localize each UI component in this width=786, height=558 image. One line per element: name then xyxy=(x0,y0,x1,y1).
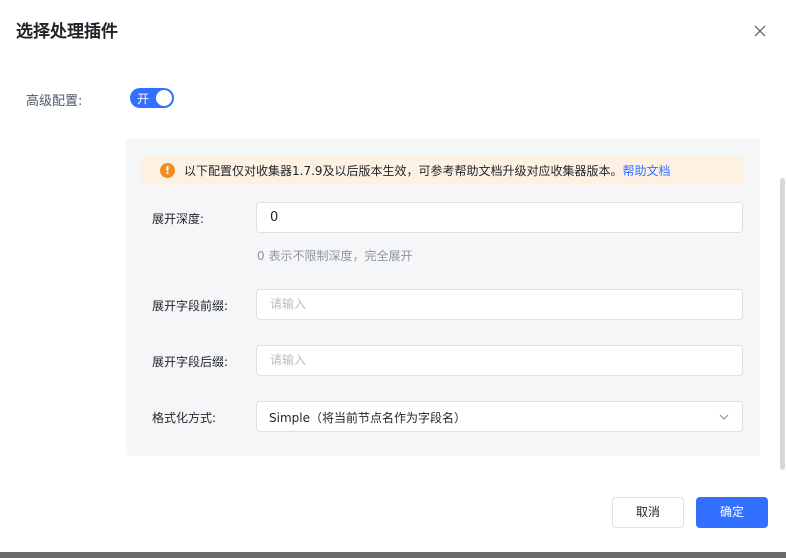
backdrop-edge xyxy=(0,552,786,558)
depth-input[interactable] xyxy=(256,202,743,233)
format-selected-value: Simple（将当前节点名作为字段名） xyxy=(269,411,466,425)
dialog-title: 选择处理插件 xyxy=(16,22,118,42)
chevron-down-icon xyxy=(719,414,729,420)
prefix-input[interactable] xyxy=(256,289,743,320)
warning-icon: ! xyxy=(160,163,175,178)
alert-message: 以下配置仅对收集器1.7.9及以后版本生效，可参考帮助文档升级对应收集器版本。帮… xyxy=(184,162,671,179)
switch-text: 开 xyxy=(137,92,150,106)
suffix-input[interactable] xyxy=(256,345,743,376)
confirm-button[interactable]: 确定 xyxy=(696,497,768,528)
plugin-dialog: 选择处理插件 高级配置: 开 ! 以下配置仅对收集器1.7.9及以后版本生效，可… xyxy=(0,0,786,552)
cancel-button[interactable]: 取消 xyxy=(612,497,684,528)
format-select[interactable]: Simple（将当前节点名作为字段名） xyxy=(256,401,743,432)
suffix-label: 展开字段后缀: xyxy=(152,355,229,369)
advanced-config-switch[interactable]: 开 xyxy=(130,88,174,108)
close-icon[interactable] xyxy=(751,22,769,40)
depth-label: 展开深度: xyxy=(152,212,205,226)
format-label: 格式化方式: xyxy=(152,411,217,425)
alert-text: 以下配置仅对收集器1.7.9及以后版本生效，可参考帮助文档升级对应收集器版本。 xyxy=(184,164,623,178)
switch-knob xyxy=(156,90,172,106)
prefix-label: 展开字段前缀: xyxy=(152,299,229,313)
scrollbar-thumb[interactable] xyxy=(780,178,785,470)
help-doc-link[interactable]: 帮助文档 xyxy=(623,164,671,178)
advanced-config-label: 高级配置: xyxy=(26,94,83,109)
depth-hint: 0 表示不限制深度，完全展开 xyxy=(257,249,413,263)
